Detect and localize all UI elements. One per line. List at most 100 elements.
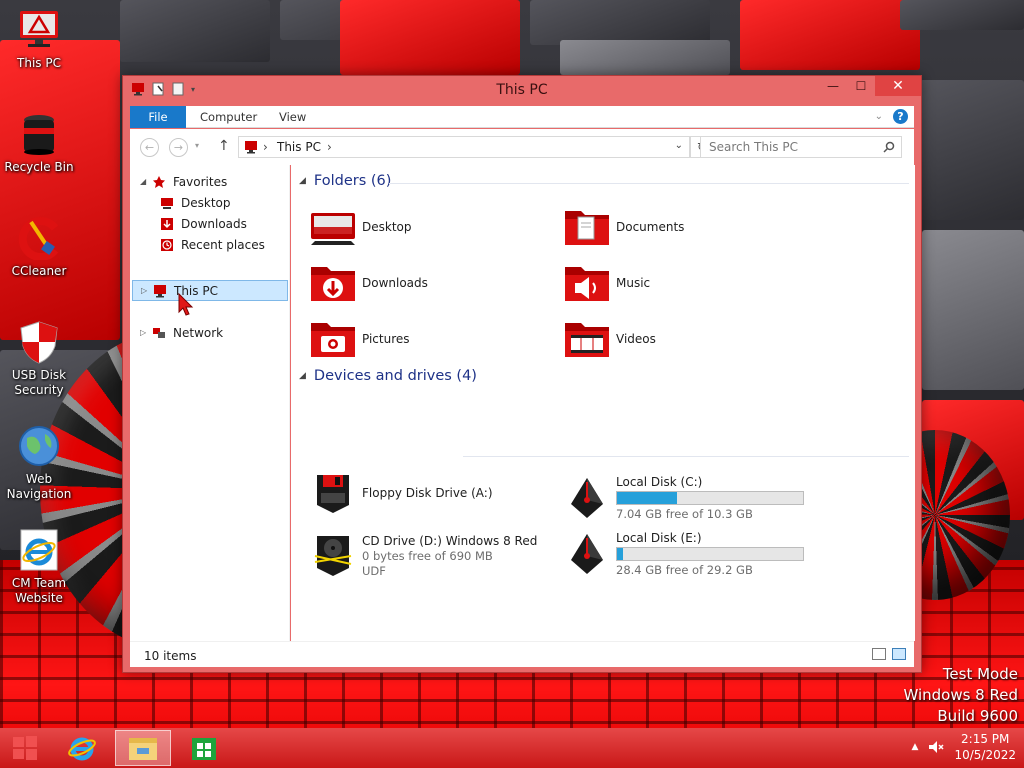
desktop-icon-label: Web Navigation [6,472,72,501]
downloads-icon [161,218,173,230]
desktop-icon-this-pc[interactable]: This PC [1,8,77,71]
local-disk-icon [563,476,611,520]
maximize-button[interactable]: ☐ [847,76,875,96]
tree-item-downloads[interactable]: Downloads [160,214,247,234]
search-input[interactable]: Search This PC [709,140,798,154]
desktop-icon-web-navigation[interactable]: Web Navigation [1,424,77,502]
folder-tile-pictures[interactable]: Pictures [309,315,559,363]
folder-label: Pictures [362,332,410,346]
forward-button[interactable]: → [169,138,188,157]
show-hidden-icons-chevron-icon[interactable]: ▲ [912,742,919,752]
drive-tile-floppy-a[interactable]: Floppy Disk Drive (A:) [309,469,559,517]
collapse-caret-icon[interactable]: ◢ [299,176,306,186]
breadcrumb-separator[interactable]: › [327,140,332,154]
floppy-drive-icon [309,471,357,515]
desktop-icon-ccleaner[interactable]: CCleaner [1,216,77,279]
drive-tile-local-disk-c[interactable]: Local Disk (C:) 7.04 GB free of 10.3 GB [563,469,813,527]
tree-item-label: Recent places [181,238,265,252]
desktop-icon-cm-team-website[interactable]: CM Team Website [1,528,77,606]
drive-label: Local Disk (C:) [616,475,703,489]
breadcrumb-this-pc[interactable]: This PC [277,140,321,154]
taskbar-internet-explorer[interactable] [54,730,110,766]
folder-tile-downloads[interactable]: Downloads [309,259,559,307]
clock-time: 2:15 PM [961,732,1010,746]
content-pane: ◢ Folders (6) Desktop Documents Download… [291,165,915,641]
drive-file-system: UDF [362,564,386,578]
recent-places-icon [161,239,173,251]
taskbar: ▲ 2:15 PM 10/5/2022 [0,728,1024,768]
details-view-button[interactable] [872,648,886,660]
item-count: 10 items [144,649,197,663]
tab-view[interactable]: View [279,106,306,128]
folder-tile-videos[interactable]: Videos [563,315,813,363]
start-button[interactable] [0,730,50,766]
wallpaper-cube [560,40,730,75]
large-icons-view-button[interactable] [892,648,906,660]
system-tray: ▲ 2:15 PM 10/5/2022 [912,731,1016,763]
tree-item-network[interactable]: ▷ Network [140,323,223,343]
ribbon-right-controls: ⌄ ? [875,109,908,124]
expand-arrow-icon[interactable]: ▷ [140,323,152,343]
local-disk-icon [563,532,611,576]
taskbar-file-explorer[interactable] [115,730,171,766]
window-title: This PC [496,82,548,98]
desktop-icon-recycle-bin[interactable]: Recycle Bin [1,112,77,175]
tab-file[interactable]: File [130,106,186,128]
close-button[interactable]: ✕ [875,76,921,96]
expand-ribbon-chevron-icon[interactable]: ⌄ [875,111,883,122]
network-icon [153,328,165,338]
collapse-caret-icon[interactable]: ◢ [299,371,306,381]
drive-tile-local-disk-e[interactable]: Local Disk (E:) 28.4 GB free of 29.2 GB [563,525,813,583]
desktop-icon-label: USB Disk Security [11,368,67,397]
folder-tile-desktop[interactable]: Desktop [309,203,559,251]
view-toggle [872,648,906,660]
desktop-folder-icon [309,205,357,249]
navigation-pane: ◢ Favorites Desktop Downloads Recent pla… [130,165,290,641]
group-header-label: Devices and drives (4) [313,368,477,384]
clock[interactable]: 2:15 PM 10/5/2022 [954,731,1016,763]
drive-free-space: 28.4 GB free of 29.2 GB [616,563,753,577]
group-header-folders[interactable]: ◢ Folders (6) [299,173,391,189]
folder-tile-music[interactable]: Music [563,259,813,307]
address-bar[interactable]: › This PC › ⌄ [238,136,690,158]
group-header-devices[interactable]: ◢ Devices and drives (4) [299,368,477,384]
expand-arrow-icon[interactable]: ▷ [141,281,153,301]
volume-muted-icon[interactable] [928,739,944,755]
search-box[interactable]: Search This PC [700,136,902,158]
drive-free-space: 7.04 GB free of 10.3 GB [616,507,753,521]
tree-item-favorites[interactable]: ◢ Favorites [140,172,227,192]
clock-date: 10/5/2022 [954,748,1016,762]
tree-item-desktop[interactable]: Desktop [160,193,231,213]
wallpaper-cube [900,0,1024,30]
desktop-icon-usb-disk-security[interactable]: USB Disk Security [1,320,77,398]
folder-label: Desktop [362,220,412,234]
search-icon [883,141,895,153]
title-bar[interactable]: ▾ This PC — ☐ ✕ [123,76,921,104]
mouse-cursor-icon [178,293,194,316]
file-explorer-icon [129,738,157,760]
store-icon [192,738,216,760]
drive-tile-cd-d[interactable]: CD Drive (D:) Windows 8 Red 0 bytes free… [309,527,559,585]
address-dropdown-chevron-icon[interactable]: ⌄ [675,140,683,151]
folder-tile-documents[interactable]: Documents [563,203,813,251]
recent-locations-chevron-icon[interactable]: ▾ [195,141,199,150]
downloads-folder-icon [309,261,357,305]
back-button[interactable]: ← [140,138,159,157]
tree-item-this-pc[interactable]: ▷ This PC [132,280,288,301]
internet-explorer-icon [17,528,61,572]
up-button[interactable]: ↑ [218,138,230,154]
tab-computer[interactable]: Computer [200,106,257,128]
tree-item-label: Downloads [181,217,247,231]
music-folder-icon [563,261,611,305]
tree-item-label: Desktop [181,196,231,210]
tree-item-recent-places[interactable]: Recent places [160,235,265,255]
computer-icon [154,284,166,297]
help-button[interactable]: ? [893,109,908,124]
desktop-icon [161,198,173,209]
tree-item-label: Favorites [173,175,228,189]
minimize-button[interactable]: — [819,76,847,96]
collapse-arrow-icon[interactable]: ◢ [140,172,152,192]
breadcrumb-separator[interactable]: › [263,140,268,154]
ccleaner-icon [17,216,61,261]
taskbar-store[interactable] [176,730,232,766]
